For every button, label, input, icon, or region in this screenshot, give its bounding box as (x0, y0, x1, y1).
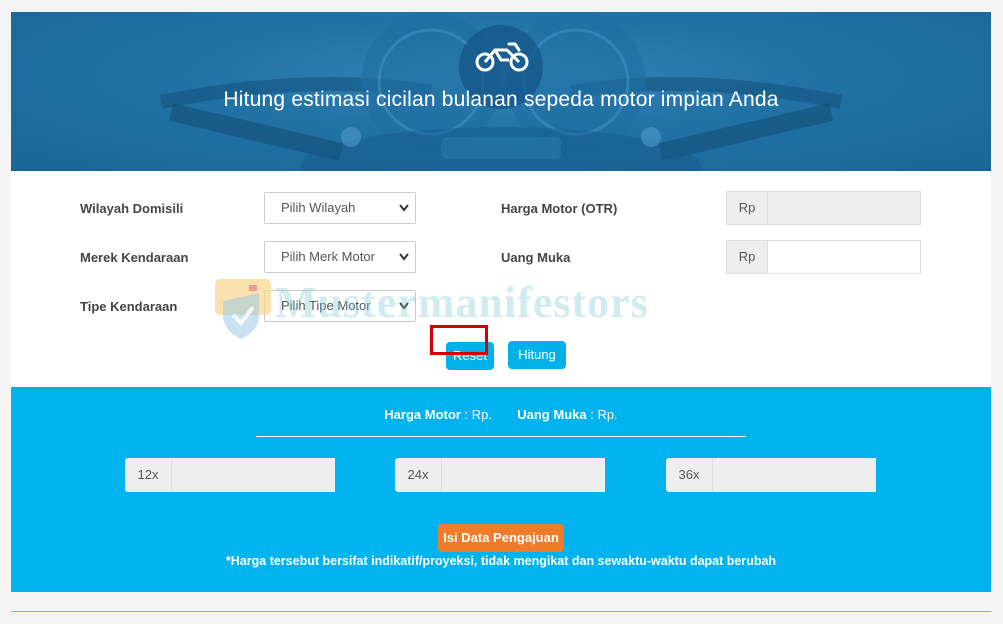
apply-button[interactable]: Isi Data Pengajuan (438, 524, 564, 552)
result-price-value: : Rp. (464, 407, 492, 422)
tenor-12-label: 12x (125, 458, 172, 492)
reset-button-highlight (430, 325, 488, 355)
tenor-12-field: 12x (125, 458, 335, 492)
type-select[interactable]: Pilih Tipe Motor (264, 290, 416, 322)
tenor-36-label: 36x (666, 458, 713, 492)
chevron-down-icon (399, 253, 409, 261)
tenor-24-value (442, 458, 605, 492)
chevron-down-icon (399, 302, 409, 310)
tenor-24-field: 24x (395, 458, 605, 492)
tenor-36-value (713, 458, 876, 492)
result-dp-value: : Rp. (590, 407, 618, 422)
down-payment-label: Uang Muka (501, 250, 571, 265)
result-section: Harga Motor : Rp. Uang Muka : Rp. 12x 24… (11, 387, 991, 592)
tenor-12-value (172, 458, 335, 492)
down-payment-currency-prefix: Rp (727, 241, 768, 273)
tenor-36-field: 36x (666, 458, 876, 492)
hero-banner: Hitung estimasi cicilan bulanan sepeda m… (11, 12, 991, 171)
footer-divider (11, 611, 991, 612)
calculator-frame: Hitung estimasi cicilan bulanan sepeda m… (11, 12, 991, 592)
brand-select[interactable]: Pilih Merk Motor (264, 241, 416, 273)
result-summary: Harga Motor : Rp. Uang Muka : Rp. (11, 407, 991, 422)
price-input[interactable] (768, 192, 920, 224)
banner-title: Hitung estimasi cicilan bulanan sepeda m… (223, 88, 779, 111)
result-price-label: Harga Motor (384, 407, 461, 422)
motorcycle-icon (475, 42, 529, 72)
brand-label: Merek Kendaraan (80, 250, 189, 265)
price-input-group: Rp (726, 191, 921, 225)
chevron-down-icon (399, 204, 409, 212)
price-currency-prefix: Rp (727, 192, 768, 224)
region-select[interactable]: Pilih Wilayah (264, 192, 416, 224)
down-payment-input-group: Rp (726, 240, 921, 274)
region-select-value: Pilih Wilayah (281, 200, 356, 215)
brand-select-value: Pilih Merk Motor (281, 249, 375, 264)
down-payment-input[interactable] (768, 241, 920, 273)
disclaimer-text: *Harga tersebut bersifat indikatif/proye… (225, 554, 777, 568)
result-divider (256, 436, 746, 437)
calculate-button[interactable]: Hitung (508, 341, 566, 369)
region-label: Wilayah Domisili (80, 201, 184, 216)
price-label: Harga Motor (OTR) (501, 201, 618, 216)
type-label: Tipe Kendaraan (80, 299, 178, 314)
calculator-form: Wilayah Domisili Pilih Wilayah Merek Ken… (11, 171, 991, 387)
result-dp-label: Uang Muka (517, 407, 587, 422)
type-select-value: Pilih Tipe Motor (281, 298, 371, 313)
tenor-24-label: 24x (395, 458, 442, 492)
